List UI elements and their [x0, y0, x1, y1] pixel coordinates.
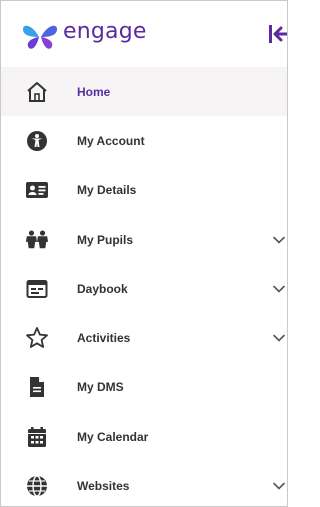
sidebar-item-activities[interactable]: Activities: [1, 313, 287, 362]
sidebar-header: engage: [1, 1, 287, 67]
sidebar-item-my-details[interactable]: My Details: [1, 166, 287, 215]
id-card-icon: [25, 178, 49, 202]
brand-name: engage: [63, 19, 147, 44]
daybook-icon: [25, 277, 49, 301]
sidebar-item-my-account[interactable]: My Account: [1, 116, 287, 165]
chevron-down-icon[interactable]: [273, 285, 285, 293]
chevron-down-icon[interactable]: [273, 334, 285, 342]
home-icon: [25, 80, 49, 104]
sidebar-panel: engage Home My Account My Details My Pup…: [0, 0, 288, 507]
sidebar-item-label: My Details: [77, 183, 137, 198]
globe-icon: [25, 474, 49, 498]
collapse-left-icon[interactable]: [267, 23, 288, 45]
sidebar-item-label: My Pupils: [77, 232, 134, 247]
sidebar-item-label: My Calendar: [77, 429, 149, 444]
document-icon: [25, 375, 49, 399]
sidebar-item-my-dms[interactable]: My DMS: [1, 363, 287, 412]
sidebar-item-label: My Account: [77, 133, 145, 148]
chevron-down-icon[interactable]: [273, 482, 285, 490]
sidebar-item-my-calendar[interactable]: My Calendar: [1, 412, 287, 461]
sidebar-item-label: Activities: [77, 331, 131, 346]
butterfly-logo-icon: [23, 25, 57, 49]
sidebar-item-label: Websites: [77, 479, 130, 494]
sidebar-item-label: Home: [77, 84, 111, 99]
chevron-down-icon[interactable]: [273, 236, 285, 244]
star-icon: [25, 326, 49, 350]
pupils-icon: [25, 228, 49, 252]
sidebar-nav: Home My Account My Details My Pupils Day…: [1, 67, 287, 506]
account-icon: [25, 129, 49, 153]
sidebar-item-label: Daybook: [77, 281, 128, 296]
sidebar-item-label: My DMS: [77, 380, 124, 395]
sidebar-item-websites[interactable]: Websites: [1, 461, 287, 506]
calendar-icon: [25, 425, 49, 449]
sidebar-item-home[interactable]: Home: [1, 67, 287, 117]
sidebar-item-my-pupils[interactable]: My Pupils: [1, 215, 287, 264]
sidebar-item-daybook[interactable]: Daybook: [1, 264, 287, 313]
